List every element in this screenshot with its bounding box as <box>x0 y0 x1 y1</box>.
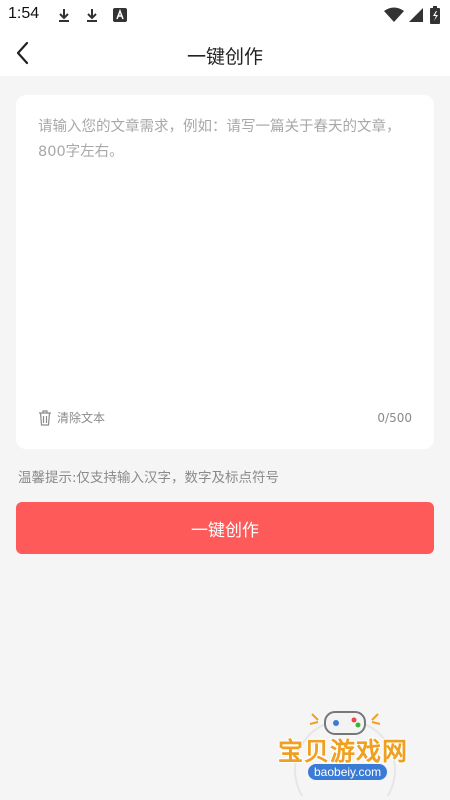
editor-card: 清除文本 0/500 <box>16 95 434 449</box>
trash-icon <box>39 409 51 426</box>
cell-signal-icon <box>409 8 423 22</box>
status-bar: 1:54 <box>0 0 450 30</box>
page-title: 一键创作 <box>186 46 263 68</box>
create-button-label: 一键创作 <box>191 520 259 540</box>
create-button[interactable]: 一键创作 <box>16 502 434 554</box>
watermark-url: baobeiy.com <box>308 764 388 780</box>
requirement-input[interactable] <box>38 115 412 375</box>
battery-icon <box>430 6 440 24</box>
input-tip: 温馨提示:仅支持输入汉字，数字及标点符号 <box>18 470 280 486</box>
watermark-text: 宝贝游戏网 <box>278 737 409 766</box>
download-icon <box>87 9 97 22</box>
char-count: 0/500 <box>377 411 412 425</box>
app-bar: 一键创作 <box>0 30 450 76</box>
download-icon <box>59 9 69 22</box>
watermark-logo: 宝贝游戏网 baobeiy.com <box>270 700 420 800</box>
clear-text-label: 清除文本 <box>57 411 106 425</box>
font-a-icon <box>113 8 127 22</box>
status-time: 1:54 <box>8 5 40 22</box>
wifi-icon <box>384 7 404 22</box>
clear-text-button[interactable]: 清除文本 <box>38 409 105 426</box>
